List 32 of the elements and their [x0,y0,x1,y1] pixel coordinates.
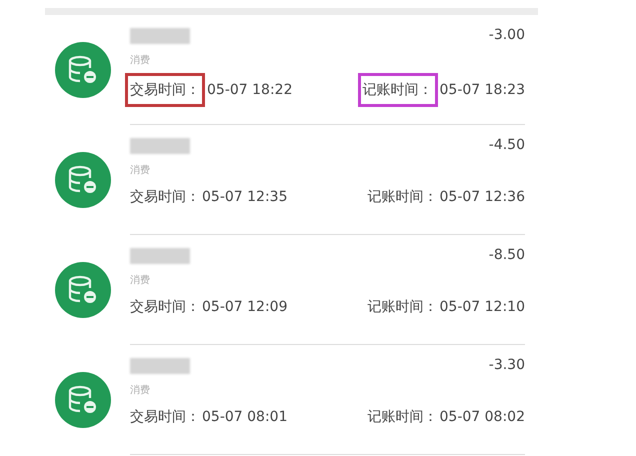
trade-time-label: 交易时间： [125,73,205,107]
trade-time-label: 交易时间： [130,188,200,207]
posted-time-label: 记账时间： [358,73,438,107]
blurred-block [130,358,190,374]
trade-time-label: 交易时间： [130,408,200,427]
posted-time: 05-07 12:10 [440,298,525,317]
category-label: 消费 [130,385,150,397]
posted-time: 05-07 18:23 [440,81,525,100]
amount: -3.30 [488,356,525,375]
coins-minus-icon [55,42,111,98]
posted-time: 05-07 08:02 [440,408,525,427]
blurred-block [130,138,190,154]
amount: -4.50 [488,136,525,155]
category-label: 消费 [130,275,150,287]
category-label: 消费 [130,165,150,177]
amount: -8.50 [488,246,525,265]
amount: -3.00 [488,26,525,45]
coins-minus-icon [55,152,111,208]
coins-minus-icon [55,262,111,318]
trade-time: 05-07 12:09 [202,298,288,317]
blurred-block [130,28,190,44]
posted-time-label: 记账时间： [368,188,438,207]
posted-time-label: 记账时间： [368,298,438,317]
trade-time: 05-07 18:22 [207,81,292,100]
posted-time: 05-07 12:36 [440,188,525,207]
coins-minus-icon [55,372,111,428]
category-label: 消费 [130,55,150,67]
blurred-block [130,248,190,264]
posted-time-label: 记账时间： [368,408,438,427]
trade-time: 05-07 12:35 [202,188,288,207]
trade-time: 05-07 08:01 [202,408,288,427]
trade-time-label: 交易时间： [130,298,200,317]
